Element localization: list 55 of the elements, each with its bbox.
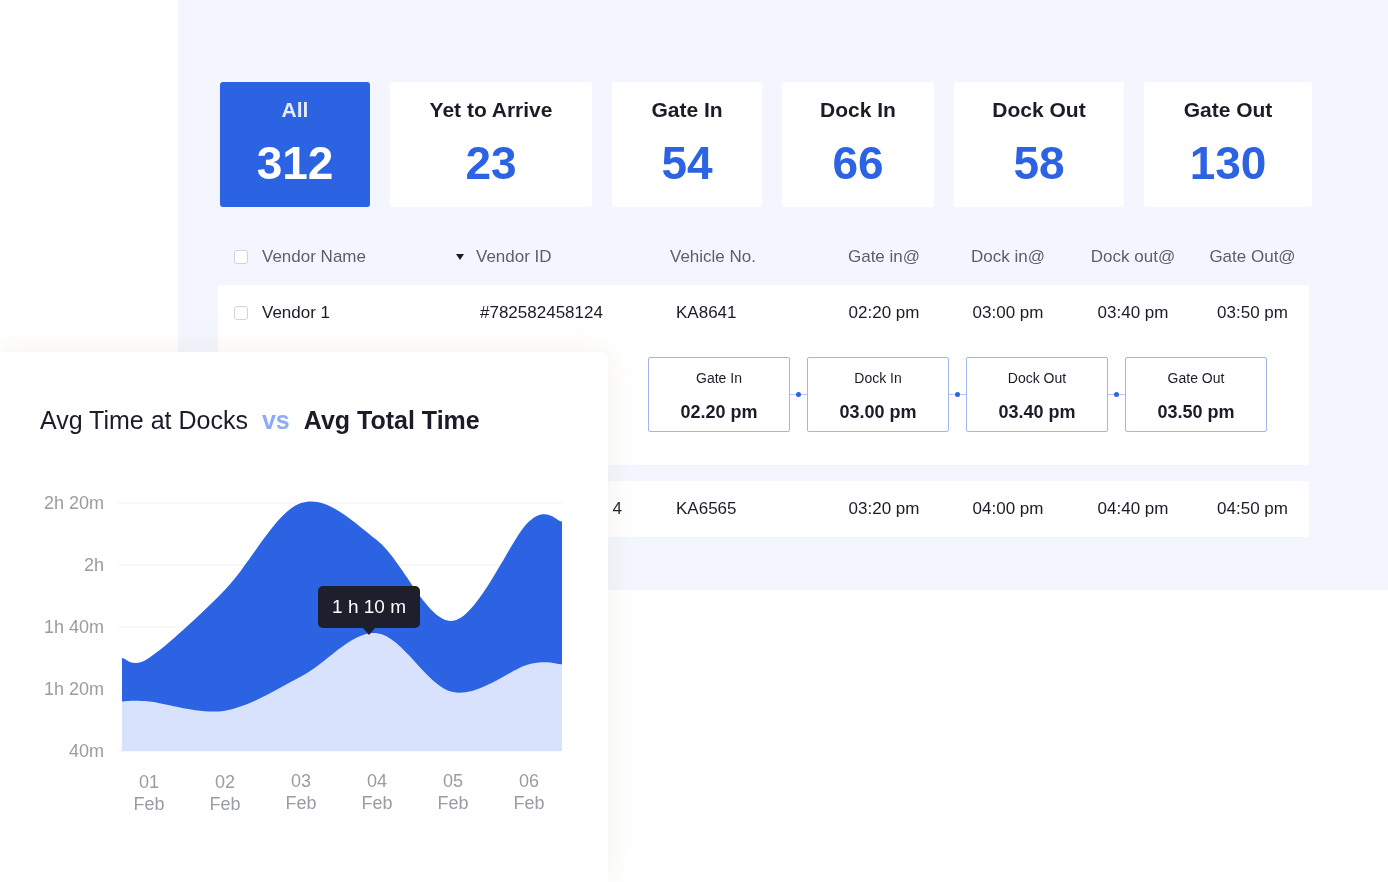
table-cell-text: KA8641 <box>676 302 737 325</box>
connector <box>790 393 807 396</box>
step-label: Gate Out <box>1167 369 1225 388</box>
table-cell-text: 03:20 pm <box>848 498 920 521</box>
vs-label: vs <box>261 405 290 436</box>
column-header[interactable]: Vendor ID <box>476 244 552 270</box>
x-axis-label: 06 Feb <box>513 770 545 813</box>
y-axis-label: 2h 20m <box>43 493 104 513</box>
y-axis-label: 1h 20m <box>43 679 104 699</box>
tooltip: 1 h 10 m <box>318 586 420 635</box>
table-cell-text: 04:40 pm <box>1097 498 1169 521</box>
checkbox[interactable] <box>234 306 248 320</box>
step-label: Dock In <box>854 369 902 388</box>
column-header[interactable]: Dock in@ <box>971 244 1045 270</box>
table-cell-text: 03:00 pm <box>972 302 1044 325</box>
table-cell-text: KA6565 <box>676 498 737 521</box>
checkbox[interactable] <box>234 250 248 264</box>
connector <box>949 393 966 396</box>
table-cell-text: 03:40 pm <box>1097 302 1169 325</box>
table-cell-text: 04:00 pm <box>972 498 1044 521</box>
x-axis-label: 04 Feb <box>361 771 393 814</box>
table-cell-text: 04:50 pm <box>1217 498 1288 521</box>
status-card[interactable]: Gate In 54 <box>612 82 762 207</box>
y-axis-label: 2h <box>83 555 104 575</box>
y-axis-label: 1h 40m <box>43 617 104 637</box>
status-card[interactable]: All 312 <box>220 82 370 207</box>
step-time: 03.50 pm <box>1157 401 1235 424</box>
column-header[interactable]: Vendor Name <box>262 244 366 270</box>
sort-caret-icon[interactable] <box>456 254 464 260</box>
x-axis-label: 05 Feb <box>437 770 469 813</box>
status-card[interactable]: Yet to Arrive 23 <box>390 82 592 207</box>
column-header[interactable]: Gate Out@ <box>1209 244 1296 270</box>
table-cell-text: 4 <box>612 498 622 521</box>
step-time: 03.00 pm <box>839 401 917 424</box>
status-card[interactable]: Dock Out 58 <box>954 82 1124 207</box>
step-label: Dock Out <box>1007 369 1067 388</box>
table-cell-text: Vendor 1 <box>262 302 331 325</box>
table-cell-text: 02:20 pm <box>848 302 920 325</box>
x-axis-label: 01 Feb <box>133 772 165 814</box>
column-header[interactable]: Vehicle No. <box>670 244 756 270</box>
table-cell-text: 03:50 pm <box>1217 302 1288 325</box>
column-header[interactable]: Dock out@ <box>1090 244 1176 270</box>
step-time: 03.40 pm <box>998 401 1076 424</box>
x-axis-label: 03 Feb <box>285 771 317 814</box>
chart-title: Avg Total Time <box>303 405 480 436</box>
step-time: 02.20 pm <box>680 401 758 424</box>
y-axis-label: 40m <box>69 741 104 761</box>
status-card[interactable]: Gate Out 130 <box>1144 82 1312 207</box>
chart-title: Avg Time at Docks <box>40 405 248 436</box>
status-card[interactable]: Dock In 66 <box>782 82 934 207</box>
step-label: Gate In <box>696 369 742 388</box>
table-cell-text: #782582458124 <box>480 302 603 325</box>
connector <box>1108 393 1125 396</box>
x-axis-label: 02 Feb <box>209 771 241 814</box>
column-header[interactable]: Gate in@ <box>847 244 921 270</box>
